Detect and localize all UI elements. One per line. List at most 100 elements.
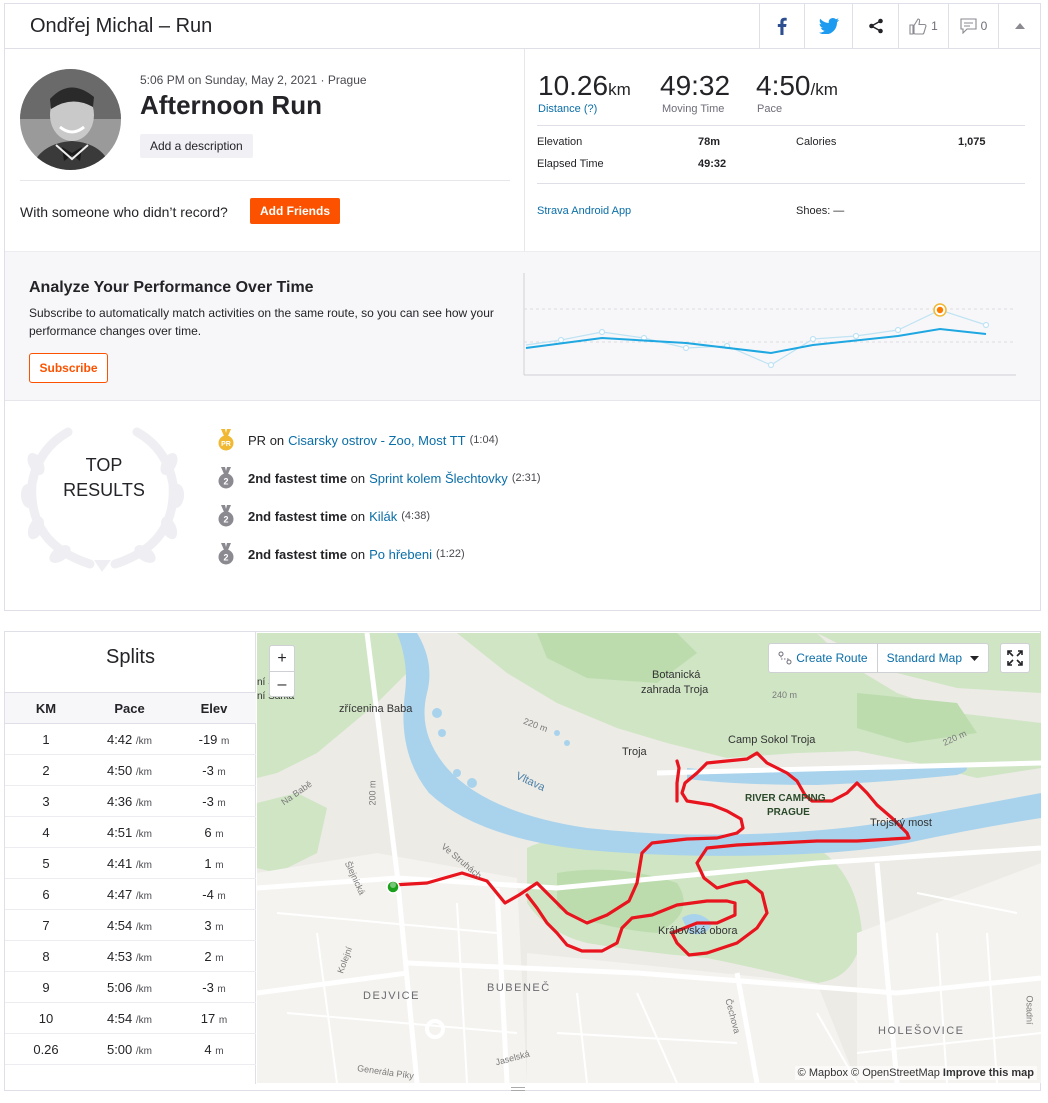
split-row[interactable]: 5 4:41 /km 1 m bbox=[5, 847, 256, 879]
result-item: 2 2nd fastest time on Sprint kolem Šlech… bbox=[217, 467, 541, 489]
moving-time-stat: 49:32 Moving Time bbox=[660, 70, 730, 115]
subscribe-button[interactable]: Subscribe bbox=[29, 353, 108, 383]
add-friends-button[interactable]: Add Friends bbox=[250, 198, 341, 224]
split-elev: 17 m bbox=[172, 1002, 256, 1034]
fullscreen-button[interactable] bbox=[1000, 643, 1030, 673]
facebook-share-button[interactable] bbox=[759, 4, 804, 48]
device-link[interactable]: Strava Android App bbox=[537, 205, 631, 217]
map-label: RIVER CAMPING bbox=[745, 793, 826, 804]
result-time: (1:22) bbox=[435, 548, 465, 560]
map-canvas bbox=[257, 633, 1041, 1083]
moving-time-value: 49:32 bbox=[660, 70, 731, 101]
zoom-in-button[interactable]: + bbox=[270, 646, 294, 672]
mapbox-attribution-link[interactable]: © Mapbox bbox=[798, 1067, 848, 1079]
route-icon bbox=[778, 651, 792, 665]
pace-unit: /km bbox=[810, 80, 838, 99]
comment-button[interactable]: 0 bbox=[948, 4, 998, 48]
split-pace: 4:54 /km bbox=[87, 1002, 172, 1034]
col-elev: Elev bbox=[172, 692, 256, 724]
map-label: BUBENEČ bbox=[487, 982, 551, 994]
result-on: on bbox=[269, 432, 285, 448]
segment-link[interactable]: Cisarsky ostrov - Zoo, Most TT bbox=[288, 433, 465, 448]
improve-map-link[interactable]: Improve this map bbox=[943, 1067, 1034, 1079]
split-row[interactable]: 7 4:54 /km 3 m bbox=[5, 909, 256, 941]
split-km: 10 bbox=[5, 1002, 87, 1034]
pace-stat: 4:50/km Pace bbox=[756, 70, 838, 115]
segment-link[interactable]: Kilák bbox=[369, 509, 397, 524]
share-icon bbox=[868, 18, 883, 34]
route-map[interactable]: Botanická zahrada Troja zřícenina Baba T… bbox=[257, 633, 1041, 1083]
split-pace: 4:42 /km bbox=[87, 723, 172, 755]
svg-text:2: 2 bbox=[223, 553, 228, 563]
split-elev: 1 m bbox=[172, 847, 256, 879]
split-km: 0.26 bbox=[5, 1033, 87, 1065]
split-row[interactable]: 6 4:47 /km -4 m bbox=[5, 878, 256, 910]
route-end-marker bbox=[390, 882, 396, 888]
result-item: PR PR on Cisarsky ostrov - Zoo, Most TT … bbox=[217, 429, 498, 451]
segment-link[interactable]: Po hřebeni bbox=[369, 547, 432, 562]
split-pace: 4:36 /km bbox=[87, 785, 172, 817]
col-km: KM bbox=[5, 692, 87, 724]
add-description-button[interactable]: Add a description bbox=[140, 134, 253, 158]
split-elev: -3 m bbox=[172, 785, 256, 817]
twitter-share-button[interactable] bbox=[804, 4, 852, 48]
result-prefix: 2nd fastest time bbox=[248, 546, 347, 562]
segment-link[interactable]: Sprint kolem Šlechtovky bbox=[369, 471, 508, 486]
map-type-dropdown[interactable]: Standard Map bbox=[876, 644, 988, 672]
split-row[interactable]: 9 5:06 /km -3 m bbox=[5, 971, 256, 1003]
split-row[interactable]: 2 4:50 /km -3 m bbox=[5, 754, 256, 786]
trend-point bbox=[598, 328, 606, 336]
moving-time-label: Moving Time bbox=[662, 103, 725, 115]
kudos-count: 1 bbox=[931, 19, 938, 33]
split-elev: 3 m bbox=[172, 909, 256, 941]
analyze-text: Subscribe to automatically match activit… bbox=[29, 306, 494, 338]
split-elev: -3 m bbox=[172, 754, 256, 786]
split-row[interactable]: 3 4:36 /km -3 m bbox=[5, 785, 256, 817]
shoes-text: Shoes: — bbox=[796, 205, 845, 217]
resize-handle[interactable] bbox=[511, 1087, 525, 1091]
share-button[interactable] bbox=[852, 4, 898, 48]
splits-title: Splits bbox=[106, 646, 155, 668]
result-on: on bbox=[350, 470, 366, 486]
splits-table: KM Pace Elev 1 4:42 /km -19 m 2 4:50 /km -3 m… bbox=[5, 692, 256, 1065]
split-row[interactable]: 4 4:51 /km 6 m bbox=[5, 816, 256, 848]
split-km: 5 bbox=[5, 847, 87, 879]
split-row[interactable]: 10 4:54 /km 17 m bbox=[5, 1002, 256, 1034]
split-elev: -4 m bbox=[172, 878, 256, 910]
analyze-performance-panel: Analyze Your Performance Over Time Subsc… bbox=[5, 251, 1040, 401]
top-results-heading: TOP RESULTS bbox=[49, 453, 159, 503]
result-on: on bbox=[350, 546, 366, 562]
split-row[interactable]: 0.26 5:00 /km 4 m bbox=[5, 1033, 256, 1065]
osm-attribution-link[interactable]: © OpenStreetMap bbox=[851, 1067, 940, 1079]
calories-value: 1,075 bbox=[958, 136, 986, 148]
elapsed-time-value: 49:32 bbox=[698, 158, 727, 170]
fullscreen-icon bbox=[1007, 650, 1023, 666]
silver-medal-icon: 2 bbox=[218, 543, 234, 565]
divider bbox=[537, 125, 1025, 126]
trend-point bbox=[982, 321, 990, 329]
page-title: Ondřej Michal – Run bbox=[30, 15, 213, 37]
thumbs-up-icon bbox=[909, 17, 927, 35]
split-km: 8 bbox=[5, 940, 87, 972]
collapse-button[interactable] bbox=[998, 4, 1040, 48]
athlete-avatar[interactable] bbox=[20, 69, 121, 170]
map-label: 240 m bbox=[772, 690, 798, 700]
activity-header: Ondřej Michal – Run 1 0 bbox=[5, 4, 1040, 49]
map-toolbar: Create Route Standard Map bbox=[768, 643, 989, 673]
zoom-controls: + – bbox=[269, 645, 295, 697]
split-km: 4 bbox=[5, 816, 87, 848]
split-row[interactable]: 1 4:42 /km -19 m bbox=[5, 723, 256, 755]
header-actions: 1 0 bbox=[759, 4, 1040, 48]
zoom-out-button[interactable]: – bbox=[270, 672, 294, 698]
create-route-button[interactable]: Create Route bbox=[769, 644, 876, 672]
pace-value: 4:50 bbox=[756, 70, 811, 101]
result-time: (1:04) bbox=[469, 434, 499, 446]
kudos-button[interactable]: 1 bbox=[898, 4, 948, 48]
split-pace: 5:06 /km bbox=[87, 971, 172, 1003]
split-row[interactable]: 8 4:53 /km 2 m bbox=[5, 940, 256, 972]
svg-text:PR: PR bbox=[221, 441, 231, 448]
map-label: DEJVICE bbox=[363, 990, 420, 1002]
split-elev: 6 m bbox=[172, 816, 256, 848]
distance-stat: 10.26km Distance (?) bbox=[538, 70, 631, 115]
distance-label-link[interactable]: Distance (?) bbox=[538, 103, 631, 115]
